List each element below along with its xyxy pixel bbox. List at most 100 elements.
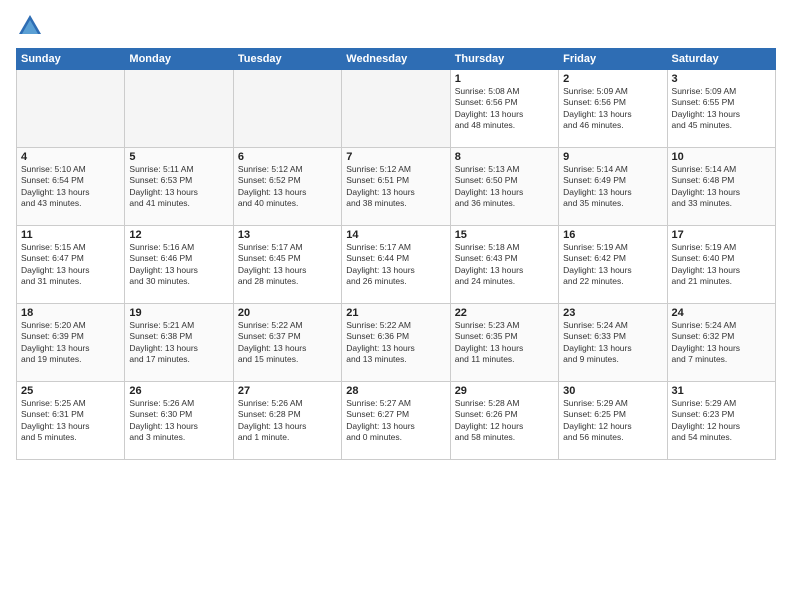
calendar-cell: 23Sunrise: 5:24 AMSunset: 6:33 PMDayligh… [559, 304, 667, 382]
day-number: 5 [129, 151, 228, 163]
cell-text: and 43 minutes. [21, 198, 120, 209]
cell-text: Daylight: 13 hours [238, 343, 337, 354]
cell-text: Sunset: 6:37 PM [238, 331, 337, 342]
cell-text: Sunrise: 5:13 AM [455, 164, 554, 175]
cell-text: and 22 minutes. [563, 276, 662, 287]
calendar-cell: 17Sunrise: 5:19 AMSunset: 6:40 PMDayligh… [667, 226, 775, 304]
day-number: 9 [563, 151, 662, 163]
header-row: SundayMondayTuesdayWednesdayThursdayFrid… [17, 49, 776, 70]
cell-text: and 33 minutes. [672, 198, 771, 209]
calendar-cell: 3Sunrise: 5:09 AMSunset: 6:55 PMDaylight… [667, 70, 775, 148]
calendar-cell [342, 70, 450, 148]
day-number: 28 [346, 385, 445, 397]
cell-text: Daylight: 13 hours [21, 265, 120, 276]
cell-text: Sunrise: 5:12 AM [238, 164, 337, 175]
cell-text: and 21 minutes. [672, 276, 771, 287]
calendar-cell: 30Sunrise: 5:29 AMSunset: 6:25 PMDayligh… [559, 382, 667, 460]
calendar-cell: 16Sunrise: 5:19 AMSunset: 6:42 PMDayligh… [559, 226, 667, 304]
week-row-2: 4Sunrise: 5:10 AMSunset: 6:54 PMDaylight… [17, 148, 776, 226]
cell-text: and 36 minutes. [455, 198, 554, 209]
cell-text: Sunset: 6:45 PM [238, 253, 337, 264]
calendar-cell: 1Sunrise: 5:08 AMSunset: 6:56 PMDaylight… [450, 70, 558, 148]
cell-text: Sunrise: 5:20 AM [21, 320, 120, 331]
day-number: 7 [346, 151, 445, 163]
cell-text: and 40 minutes. [238, 198, 337, 209]
cell-text: and 56 minutes. [563, 432, 662, 443]
day-number: 17 [672, 229, 771, 241]
cell-text: Daylight: 13 hours [563, 187, 662, 198]
calendar-cell: 29Sunrise: 5:28 AMSunset: 6:26 PMDayligh… [450, 382, 558, 460]
cell-text: Sunset: 6:28 PM [238, 409, 337, 420]
calendar-cell [125, 70, 233, 148]
day-number: 15 [455, 229, 554, 241]
cell-text: Sunset: 6:52 PM [238, 175, 337, 186]
cell-text: and 19 minutes. [21, 354, 120, 365]
col-header-thursday: Thursday [450, 49, 558, 70]
cell-text: and 46 minutes. [563, 120, 662, 131]
cell-text: and 31 minutes. [21, 276, 120, 287]
cell-text: Sunrise: 5:24 AM [672, 320, 771, 331]
cell-text: Daylight: 13 hours [21, 187, 120, 198]
cell-text: and 26 minutes. [346, 276, 445, 287]
cell-text: Sunrise: 5:23 AM [455, 320, 554, 331]
calendar-cell: 4Sunrise: 5:10 AMSunset: 6:54 PMDaylight… [17, 148, 125, 226]
cell-text: Daylight: 13 hours [455, 109, 554, 120]
day-number: 27 [238, 385, 337, 397]
cell-text: Sunset: 6:48 PM [672, 175, 771, 186]
cell-text: Daylight: 13 hours [672, 343, 771, 354]
cell-text: Sunset: 6:27 PM [346, 409, 445, 420]
cell-text: Sunset: 6:40 PM [672, 253, 771, 264]
day-number: 4 [21, 151, 120, 163]
day-number: 12 [129, 229, 228, 241]
cell-text: Sunset: 6:38 PM [129, 331, 228, 342]
cell-text: and 1 minute. [238, 432, 337, 443]
cell-text: Sunrise: 5:10 AM [21, 164, 120, 175]
cell-text: and 28 minutes. [238, 276, 337, 287]
cell-text: and 30 minutes. [129, 276, 228, 287]
cell-text: Daylight: 13 hours [672, 265, 771, 276]
day-number: 14 [346, 229, 445, 241]
cell-text: Daylight: 13 hours [563, 343, 662, 354]
col-header-wednesday: Wednesday [342, 49, 450, 70]
calendar-cell: 24Sunrise: 5:24 AMSunset: 6:32 PMDayligh… [667, 304, 775, 382]
cell-text: Sunset: 6:56 PM [455, 97, 554, 108]
day-number: 1 [455, 73, 554, 85]
calendar-cell: 12Sunrise: 5:16 AMSunset: 6:46 PMDayligh… [125, 226, 233, 304]
cell-text: Daylight: 13 hours [238, 187, 337, 198]
cell-text: Sunrise: 5:09 AM [672, 86, 771, 97]
cell-text: Sunset: 6:55 PM [672, 97, 771, 108]
cell-text: and 48 minutes. [455, 120, 554, 131]
calendar-cell: 21Sunrise: 5:22 AMSunset: 6:36 PMDayligh… [342, 304, 450, 382]
day-number: 24 [672, 307, 771, 319]
day-number: 16 [563, 229, 662, 241]
calendar-cell: 20Sunrise: 5:22 AMSunset: 6:37 PMDayligh… [233, 304, 341, 382]
cell-text: Sunset: 6:35 PM [455, 331, 554, 342]
cell-text: Sunrise: 5:21 AM [129, 320, 228, 331]
cell-text: Sunrise: 5:26 AM [238, 398, 337, 409]
day-number: 18 [21, 307, 120, 319]
calendar-cell: 8Sunrise: 5:13 AMSunset: 6:50 PMDaylight… [450, 148, 558, 226]
calendar-cell [17, 70, 125, 148]
cell-text: Sunset: 6:39 PM [21, 331, 120, 342]
cell-text: Daylight: 13 hours [455, 187, 554, 198]
cell-text: and 54 minutes. [672, 432, 771, 443]
calendar-cell: 25Sunrise: 5:25 AMSunset: 6:31 PMDayligh… [17, 382, 125, 460]
cell-text: Sunset: 6:44 PM [346, 253, 445, 264]
cell-text: Sunrise: 5:11 AM [129, 164, 228, 175]
cell-text: and 3 minutes. [129, 432, 228, 443]
cell-text: and 45 minutes. [672, 120, 771, 131]
cell-text: Sunrise: 5:12 AM [346, 164, 445, 175]
cell-text: Sunrise: 5:24 AM [563, 320, 662, 331]
cell-text: Sunrise: 5:09 AM [563, 86, 662, 97]
calendar-table: SundayMondayTuesdayWednesdayThursdayFrid… [16, 48, 776, 460]
cell-text: Sunrise: 5:27 AM [346, 398, 445, 409]
day-number: 13 [238, 229, 337, 241]
cell-text: and 41 minutes. [129, 198, 228, 209]
cell-text: and 58 minutes. [455, 432, 554, 443]
cell-text: Daylight: 13 hours [238, 421, 337, 432]
cell-text: Sunset: 6:31 PM [21, 409, 120, 420]
cell-text: Daylight: 13 hours [21, 343, 120, 354]
day-number: 21 [346, 307, 445, 319]
cell-text: Sunrise: 5:29 AM [672, 398, 771, 409]
calendar-cell: 28Sunrise: 5:27 AMSunset: 6:27 PMDayligh… [342, 382, 450, 460]
